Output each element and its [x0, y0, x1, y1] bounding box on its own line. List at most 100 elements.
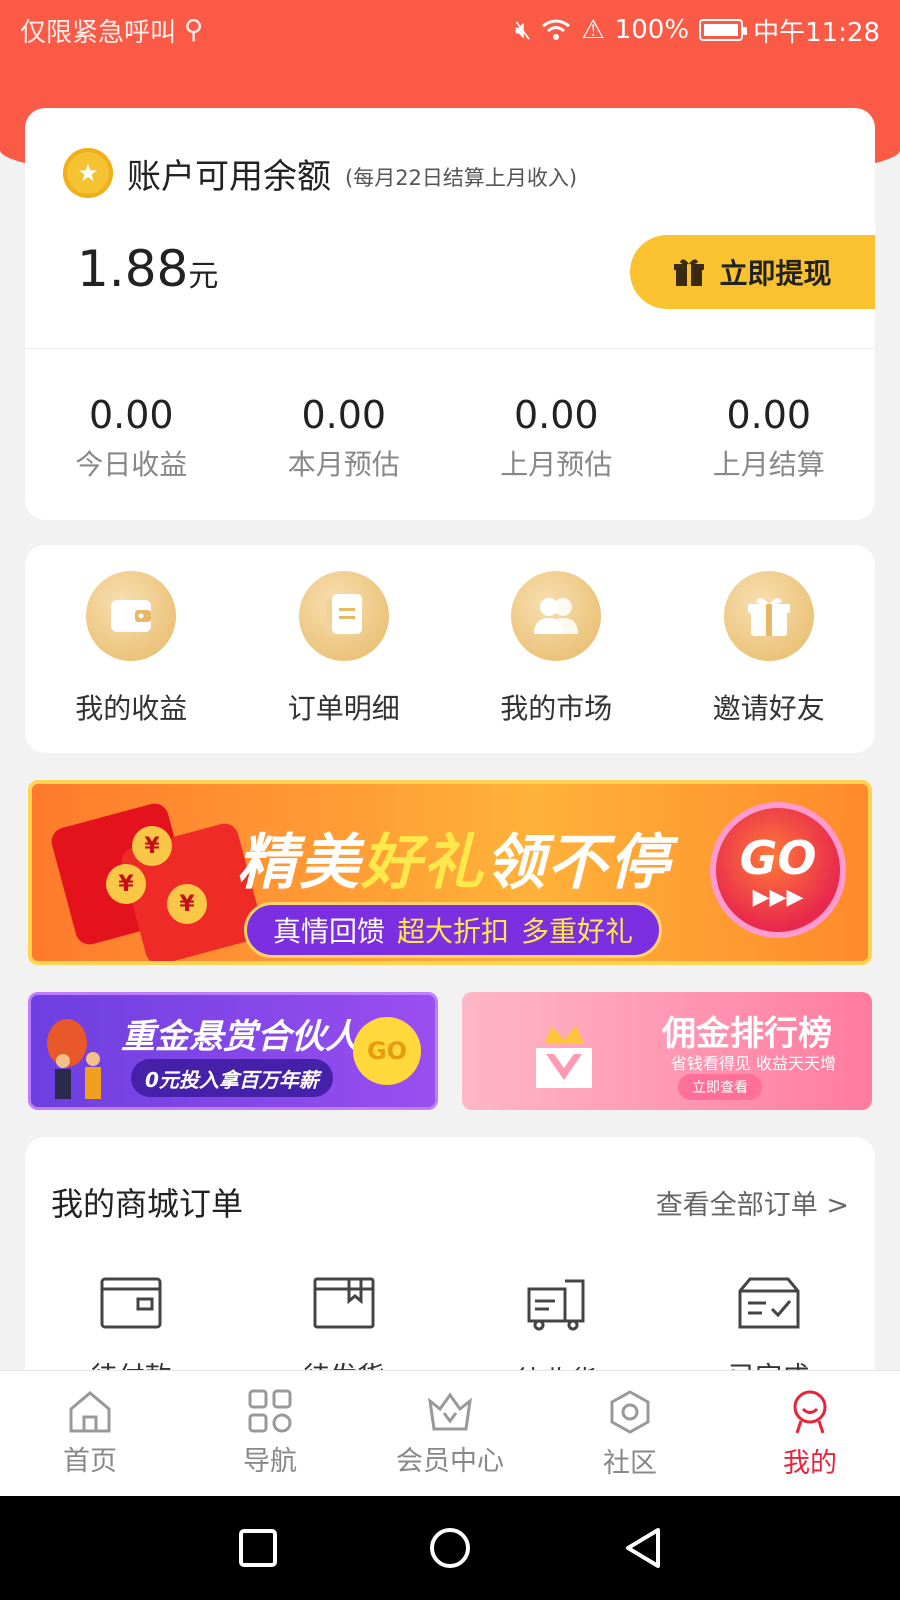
go-button[interactable]: GO	[353, 1017, 421, 1085]
battery-percent: 100%	[614, 15, 690, 45]
wifi-icon	[542, 19, 571, 40]
yuan-coin: ¥	[106, 864, 146, 904]
tab-label: 会员中心	[396, 1446, 504, 1477]
tab-navigation[interactable]: 导航	[180, 1371, 360, 1496]
balance-card: ★ 账户可用余额 (每月22日结算上月收入) 1.88元 立即提现 0.00 今…	[25, 108, 875, 520]
partners-illustration	[47, 1019, 101, 1099]
stat-value: 0.00	[513, 393, 599, 437]
divider	[25, 348, 875, 349]
balance-label: 账户可用余额	[127, 156, 331, 197]
stat-label: 今日收益	[75, 448, 188, 481]
withdraw-label: 立即提现	[719, 257, 832, 290]
balance-note: (每月22日结算上月收入)	[345, 166, 578, 190]
balance-header: ★ 账户可用余额 (每月22日结算上月收入)	[63, 148, 577, 198]
earnings-stats: 0.00 今日收益 0.00 本月预估 0.00 上月预估 0.00 上月结算	[25, 393, 875, 483]
menu-my-market[interactable]: 我的市场	[450, 545, 663, 753]
document-icon	[298, 571, 389, 661]
banner-sub-2: 超大折扣	[397, 915, 510, 948]
withdraw-button[interactable]: 立即提现	[630, 235, 875, 309]
hexagon-icon	[610, 1390, 650, 1434]
status-right: 🔇︎ ⚠ 100% 中午11:28	[515, 12, 880, 49]
banner-title-part1: 精美	[237, 828, 361, 898]
tab-mine[interactable]: 我的	[720, 1371, 900, 1496]
view-now-button[interactable]: 立即查看	[678, 1074, 762, 1100]
menu-label: 订单明细	[287, 692, 400, 725]
bottom-tab-bar: 首页 导航 会员中心 社区 我的	[0, 1370, 900, 1496]
tab-label: 导航	[243, 1446, 297, 1477]
back-triangle-icon[interactable]	[622, 1526, 662, 1570]
status-bar: 仅限紧急呼叫 ⚲ 🔇︎ ⚠ 100% 中午11:28	[0, 0, 900, 60]
balance-value: 1.88	[77, 240, 189, 298]
quick-menu: 我的收益 订单明细 我的市场 邀请好友	[25, 545, 875, 753]
menu-label: 我的市场	[500, 692, 613, 725]
stat-value: 0.00	[88, 393, 174, 437]
carrier-text: 仅限紧急呼叫	[20, 17, 177, 48]
promo-banner-gifts[interactable]: ¥ ¥ ¥ 精美好礼领不停 真情回馈 超大折扣 多重好礼 GO ▶▶▶	[28, 780, 872, 965]
tab-label: 我的	[783, 1448, 837, 1479]
mute-icon: 🔇︎	[515, 14, 532, 45]
banner-title: 精美好礼领不停	[237, 814, 671, 901]
stat-label: 上月结算	[712, 448, 825, 481]
balance-amount: 1.88元	[77, 240, 218, 298]
menu-order-details[interactable]: 订单明细	[238, 545, 451, 753]
profile-icon	[793, 1390, 827, 1434]
tab-label: 首页	[63, 1446, 117, 1477]
clock: 中午11:28	[753, 17, 880, 48]
banner-title-highlight: 好礼	[361, 828, 485, 898]
check-box-icon	[738, 1277, 800, 1329]
promo-banner-ranking[interactable]: 佣金排行榜 省钱看得见 收益天天增 立即查看	[462, 992, 872, 1110]
status-left: 仅限紧急呼叫 ⚲	[20, 12, 203, 49]
stat-value: 0.00	[726, 393, 812, 437]
home-circle-icon[interactable]	[428, 1526, 472, 1570]
banner-subtitle: 省钱看得见 收益天天增	[670, 1054, 836, 1073]
go-button[interactable]: GO ▶▶▶	[710, 802, 846, 938]
yuan-coin: ¥	[132, 826, 172, 866]
banner-title: 重金悬赏合伙人	[121, 1017, 359, 1057]
grid-icon	[248, 1389, 292, 1433]
banner-sub-3: 多重好礼	[521, 915, 634, 948]
promo-banner-partner[interactable]: 重金悬赏合伙人 0元投入拿百万年薪 GO	[28, 992, 438, 1110]
menu-label: 我的收益	[75, 692, 188, 725]
tab-member-center[interactable]: 会员中心	[360, 1371, 540, 1496]
balance-unit: 元	[188, 259, 219, 294]
recent-apps-icon[interactable]	[238, 1528, 278, 1568]
banner-title-part2: 领不停	[485, 828, 671, 898]
people-icon	[511, 571, 602, 661]
stat-label: 本月预估	[287, 448, 400, 481]
tab-label: 社区	[603, 1448, 657, 1479]
truck-icon	[527, 1279, 585, 1331]
orders-title: 我的商城订单	[51, 1185, 244, 1223]
stat-today[interactable]: 0.00 今日收益	[25, 393, 238, 483]
menu-label: 邀请好友	[712, 692, 825, 725]
alert-icon: ⚠	[581, 15, 605, 45]
chevrons-right-icon: ▶▶▶	[752, 884, 804, 910]
yuan-coin: ¥	[167, 884, 207, 924]
tab-community[interactable]: 社区	[540, 1371, 720, 1496]
usb-icon: ⚲	[184, 15, 204, 45]
crown-gift-illustration	[536, 1026, 592, 1088]
banner-title: 佣金排行榜	[662, 1014, 832, 1054]
stat-this-month[interactable]: 0.00 本月预估	[238, 393, 451, 483]
battery-icon	[699, 19, 748, 41]
stat-last-month-settled[interactable]: 0.00 上月结算	[663, 393, 876, 483]
banner-subtitle: 0元投入拿百万年薪	[131, 1059, 333, 1097]
gift-icon	[723, 571, 814, 661]
menu-my-earnings[interactable]: 我的收益	[25, 545, 238, 753]
stat-value: 0.00	[301, 393, 387, 437]
crown-icon	[427, 1392, 473, 1431]
home-icon	[69, 1391, 111, 1433]
go-label: GO	[739, 830, 817, 885]
banner-subtitle: 真情回馈 超大折扣 多重好礼	[244, 902, 663, 958]
stat-last-month-estimate[interactable]: 0.00 上月预估	[450, 393, 663, 483]
stat-label: 上月预估	[500, 448, 613, 481]
banner-sub-1: 真情回馈	[273, 915, 386, 948]
tab-home[interactable]: 首页	[0, 1371, 180, 1496]
menu-invite-friends[interactable]: 邀请好友	[663, 545, 876, 753]
box-icon	[313, 1277, 375, 1329]
view-all-orders-link[interactable]: 查看全部订单 >	[656, 1183, 849, 1222]
gift-box-icon	[674, 259, 705, 286]
star-coin-icon: ★	[63, 148, 113, 198]
wallet-outline-icon	[100, 1277, 162, 1329]
wallet-icon	[86, 571, 177, 661]
system-nav-bar	[0, 1496, 900, 1600]
